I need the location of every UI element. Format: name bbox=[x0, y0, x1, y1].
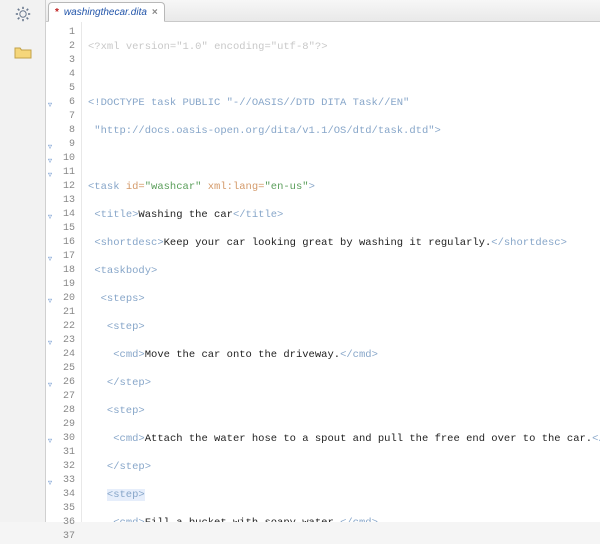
line-number: 26▿ bbox=[46, 376, 81, 390]
line-number: 17▿ bbox=[46, 250, 81, 264]
line-number: 8 bbox=[46, 124, 81, 138]
line-number: 34 bbox=[46, 488, 81, 502]
line-number: 4 bbox=[46, 68, 81, 82]
line-number: 30▿ bbox=[46, 432, 81, 446]
line-number: 28 bbox=[46, 404, 81, 418]
dirty-marker: * bbox=[55, 7, 59, 18]
file-tab[interactable]: * washingthecar.dita × bbox=[48, 2, 165, 22]
line-number: 9▿ bbox=[46, 138, 81, 152]
left-toolbar bbox=[0, 0, 46, 522]
line-number: 35 bbox=[46, 502, 81, 516]
line-number: 18 bbox=[46, 264, 81, 278]
line-number: 1 bbox=[46, 26, 81, 40]
line-number: 27 bbox=[46, 390, 81, 404]
line-number: 20▿ bbox=[46, 292, 81, 306]
line-number: 21 bbox=[46, 306, 81, 320]
line-number: 33▿ bbox=[46, 474, 81, 488]
line-number: 5 bbox=[46, 82, 81, 96]
line-number: 10▿ bbox=[46, 152, 81, 166]
line-number: 7 bbox=[46, 110, 81, 124]
line-number: 11▿ bbox=[46, 166, 81, 180]
line-number: 37 bbox=[46, 530, 81, 544]
line-number: 29 bbox=[46, 418, 81, 432]
editor-panel: * washingthecar.dita × 123456▿789▿10▿11▿… bbox=[46, 0, 600, 522]
line-number: 19 bbox=[46, 278, 81, 292]
line-number: 32 bbox=[46, 460, 81, 474]
line-number: 13 bbox=[46, 194, 81, 208]
folder-icon[interactable] bbox=[12, 42, 34, 62]
line-number: 2 bbox=[46, 40, 81, 54]
tab-filename: washingthecar.dita bbox=[64, 7, 147, 18]
line-gutter: 123456▿789▿10▿11▿121314▿151617▿181920▿21… bbox=[46, 22, 82, 522]
tab-bar: * washingthecar.dita × bbox=[46, 0, 600, 22]
gear-icon[interactable] bbox=[12, 4, 34, 24]
line-number: 23▿ bbox=[46, 334, 81, 348]
line-number: 36 bbox=[46, 516, 81, 530]
line-number: 6▿ bbox=[46, 96, 81, 110]
code-area[interactable]: <?xml version="1.0" encoding="utf-8"?> <… bbox=[82, 22, 600, 522]
line-number: 25 bbox=[46, 362, 81, 376]
line-number: 3 bbox=[46, 54, 81, 68]
line-number: 12 bbox=[46, 180, 81, 194]
line-number: 14▿ bbox=[46, 208, 81, 222]
editor[interactable]: 123456▿789▿10▿11▿121314▿151617▿181920▿21… bbox=[46, 22, 600, 522]
line-number: 24 bbox=[46, 348, 81, 362]
line-number: 22 bbox=[46, 320, 81, 334]
line-number: 15 bbox=[46, 222, 81, 236]
line-number: 16 bbox=[46, 236, 81, 250]
close-icon[interactable]: × bbox=[152, 7, 158, 18]
line-number: 31 bbox=[46, 446, 81, 460]
